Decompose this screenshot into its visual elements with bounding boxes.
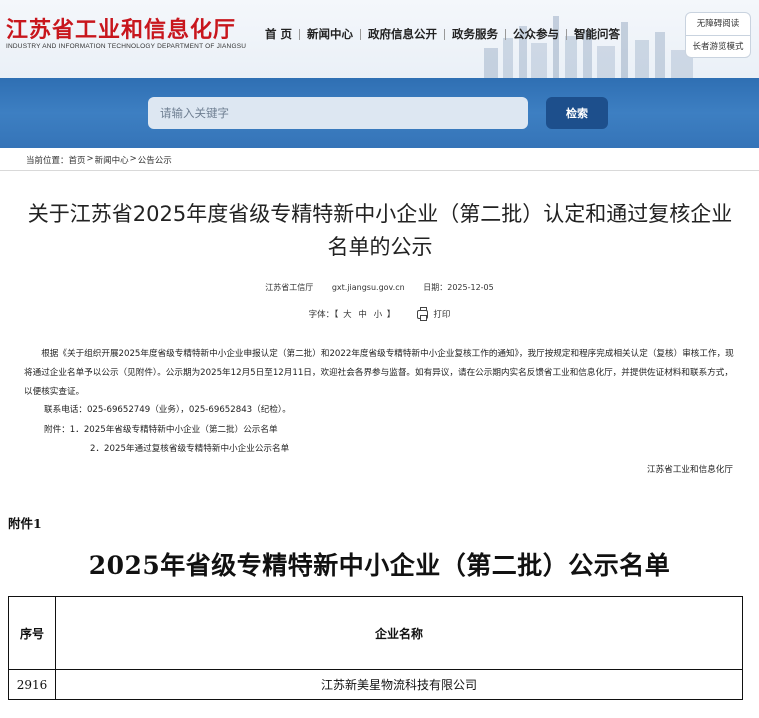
site-subtitle: INDUSTRY AND INFORMATION TECHNOLOGY DEPA…	[6, 43, 247, 50]
accessibility-panel: 无障碍阅读 长者游览模式	[685, 12, 751, 58]
font-size-small[interactable]: 小	[374, 310, 383, 320]
row-number: 2916	[8, 669, 56, 700]
breadcrumb-prefix: 当前位置：	[26, 156, 69, 166]
breadcrumb-home[interactable]: 首页	[69, 154, 86, 166]
attachment-link-1[interactable]: 附件：1．2025年省级专精特新中小企业（第二批）公示名单	[44, 423, 278, 435]
date-value: 2025-12-05	[447, 283, 494, 292]
attachment-label: 附件1	[8, 516, 42, 531]
nav-gov-services[interactable]: 政务服务	[445, 26, 505, 42]
site-header: 江苏省工业和信息化厅 INDUSTRY AND INFORMATION TECH…	[0, 0, 759, 78]
nav-news-center[interactable]: 新闻中心	[300, 26, 360, 42]
city-skyline-decoration	[484, 16, 693, 78]
column-header-company: 企业名称	[55, 596, 743, 670]
breadcrumb: 当前位置： 首页 > 新闻中心 > 公告公示	[26, 154, 172, 166]
company-list-table: 序号 企业名称 2916 江苏新美星物流科技有限公司	[8, 596, 743, 700]
article-paragraph: 根据《关于组织开展2025年度省级专精特新中小企业申报认定（第二批）和2022年…	[24, 349, 734, 397]
nav-public-participation[interactable]: 公众参与	[506, 26, 566, 42]
search-button[interactable]: 检索	[546, 97, 608, 129]
contact-info: 联系电话：025-69652749（业务），025-69652843（纪检）。	[44, 405, 291, 415]
font-size-large[interactable]: 大	[343, 310, 352, 320]
search-band: 检索	[0, 78, 759, 148]
main-nav: 首 页 新闻中心 政府信息公开 政务服务 公众参与 智能问答	[258, 26, 627, 42]
article-body: 根据《关于组织开展2025年度省级专精特新中小企业申报认定（第二批）和2022年…	[24, 345, 736, 402]
attachment-link-2[interactable]: 2．2025年通过复核省级专精特新中小企业公示名单	[90, 442, 289, 454]
accessible-reading-button[interactable]: 无障碍阅读	[686, 13, 750, 35]
breadcrumb-news-center[interactable]: 新闻中心	[95, 154, 129, 166]
print-button[interactable]: 打印	[417, 306, 451, 321]
article-url: gxt.jiangsu.gov.cn	[331, 283, 405, 292]
font-size-close: 】	[386, 310, 396, 320]
nav-gov-info[interactable]: 政府信息公开	[361, 26, 444, 42]
table-header-row: 序号 企业名称	[8, 596, 743, 670]
search-input[interactable]	[148, 97, 528, 129]
article-meta: 江苏省工信厅 gxt.jiangsu.gov.cn 日期：2025-12-05	[0, 282, 759, 293]
article-title: 关于江苏省2025年度省级专精特新中小企业（第二批）认定和通过复核企业名单的公示	[27, 202, 733, 259]
attachment-title: 2025年省级专精特新中小企业（第二批）公示名单	[88, 551, 671, 580]
breadcrumb-separator: >	[129, 154, 137, 164]
article-tools: 字体：【 大 中 小 】 打印	[0, 306, 759, 321]
elder-mode-button[interactable]: 长者游览模式	[686, 36, 750, 58]
print-label: 打印	[433, 310, 451, 320]
printer-icon	[417, 306, 429, 321]
nav-home[interactable]: 首 页	[258, 26, 299, 42]
signature: 江苏省工业和信息化厅	[647, 465, 733, 475]
breadcrumb-separator: >	[86, 154, 94, 164]
nav-smart-qa[interactable]: 智能问答	[567, 26, 627, 42]
article-source: 江苏省工信厅	[265, 283, 314, 292]
breadcrumb-announcements[interactable]: 公告公示	[138, 154, 172, 166]
article-date: 日期：2025-12-05	[423, 283, 494, 292]
date-label: 日期：	[423, 283, 448, 292]
column-header-number: 序号	[8, 596, 56, 670]
font-size-selector: 字体：【 大 中 小 】	[309, 308, 396, 320]
table-row: 2916 江苏新美星物流科技有限公司	[8, 669, 743, 700]
font-size-label: 字体：【	[308, 310, 339, 320]
site-title[interactable]: 江苏省工业和信息化厅	[6, 12, 236, 44]
company-name: 江苏新美星物流科技有限公司	[55, 669, 743, 700]
divider	[0, 170, 759, 171]
font-size-medium[interactable]: 中	[358, 310, 367, 320]
